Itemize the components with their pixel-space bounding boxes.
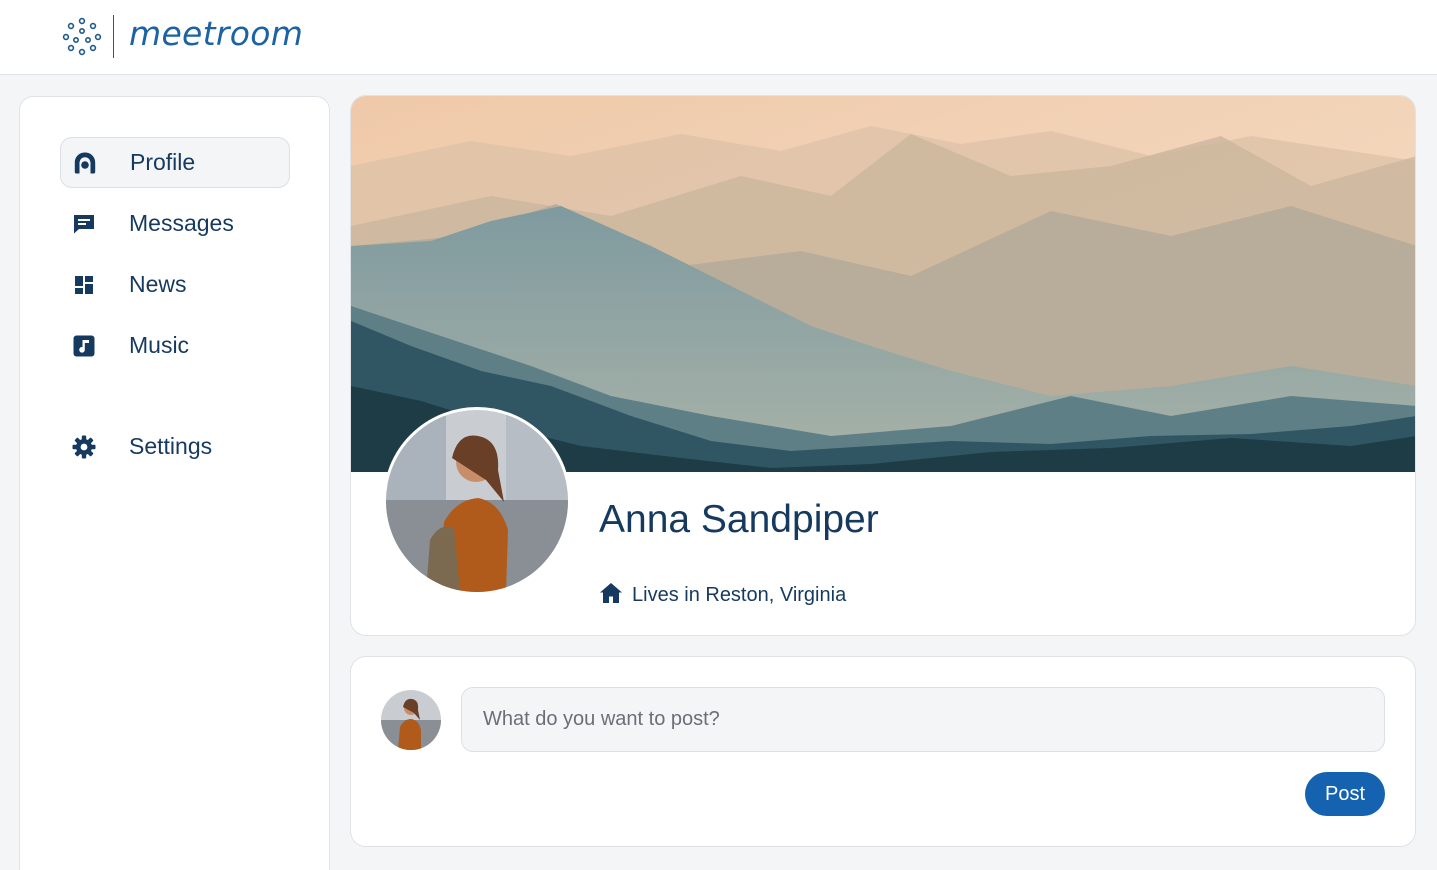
location-text: Lives in Reston, Virginia: [632, 584, 847, 606]
sidebar-item-label: Music: [129, 332, 190, 358]
post-composer: Post: [350, 656, 1416, 847]
dashboard-icon: [72, 273, 96, 297]
post-button[interactable]: Post: [1305, 772, 1385, 816]
composer-avatar[interactable]: [381, 690, 441, 750]
brand-name[interactable]: meetroom: [129, 14, 303, 53]
music-note-icon: [72, 334, 96, 358]
message-icon: [72, 212, 96, 236]
profile-avatar[interactable]: [383, 407, 571, 595]
sidebar-item-news[interactable]: News: [60, 259, 290, 310]
profile-location: Lives in Reston, Virginia: [599, 582, 846, 609]
gear-icon: [72, 435, 96, 459]
sidebar-item-messages[interactable]: Messages: [60, 198, 290, 249]
sidebar-item-label: Settings: [129, 433, 213, 459]
sidebar-item-label: Profile: [130, 149, 196, 175]
post-input[interactable]: [461, 687, 1385, 752]
sidebar-item-profile[interactable]: Profile: [60, 137, 290, 188]
sidebar-item-label: News: [129, 271, 187, 297]
logo-divider: [113, 15, 114, 58]
sidebar-nav: Profile Messages News Music Settings: [19, 96, 330, 870]
top-bar: meetroom: [0, 0, 1437, 75]
sidebar-item-music[interactable]: Music: [60, 320, 290, 371]
sidebar-item-settings[interactable]: Settings: [60, 421, 290, 472]
profile-name: Anna Sandpiper: [599, 498, 879, 541]
home-icon: [599, 582, 623, 609]
sidebar-item-label: Messages: [129, 210, 234, 236]
meetroom-logo-icon[interactable]: [62, 16, 102, 56]
profile-card: Anna Sandpiper Lives in Reston, Virginia: [350, 95, 1416, 636]
user-icon: [73, 151, 97, 175]
